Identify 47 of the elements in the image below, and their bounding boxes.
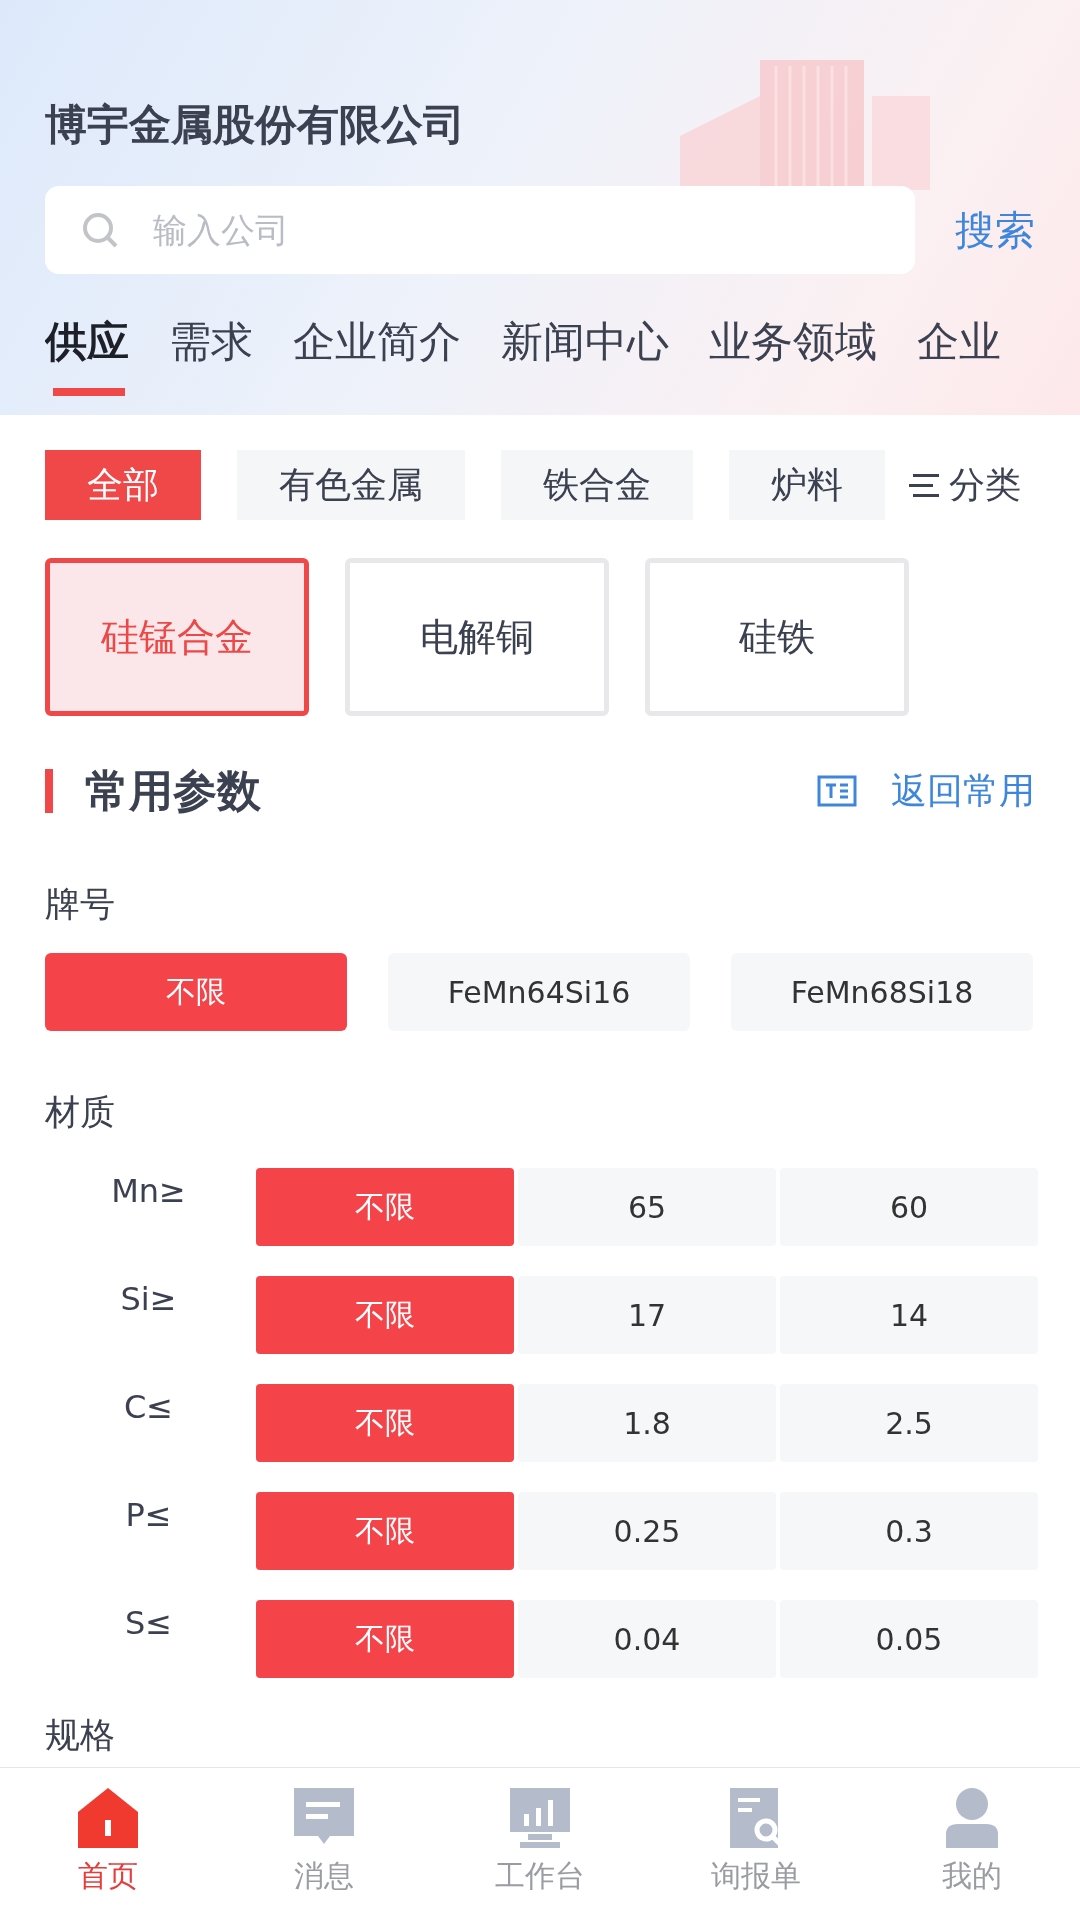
category-chip[interactable]: 铁合金 (501, 450, 693, 520)
option-button[interactable]: 0.3 (780, 1492, 1038, 1570)
search-icon (81, 211, 119, 249)
option-button[interactable]: 14 (780, 1276, 1038, 1354)
category-chip[interactable]: 炉料 (729, 450, 885, 520)
company-name: 博宇金属股份有限公司 (45, 99, 465, 151)
tab[interactable]: 企业简介 (293, 314, 461, 396)
option-button[interactable]: FeMn68Si18 (731, 953, 1033, 1031)
option-button[interactable]: 1.8 (518, 1384, 776, 1462)
home-icon (76, 1786, 140, 1850)
element-label: Si≥ (119, 1279, 178, 1318)
tab[interactable]: 需求 (169, 314, 253, 396)
monitor-chart-icon (508, 1786, 572, 1850)
category-chip[interactable]: 有色金属 (237, 450, 465, 520)
option-button[interactable]: FeMn64Si16 (388, 953, 690, 1031)
nav-item[interactable]: 首页 (0, 1768, 216, 1920)
option-button[interactable]: 不限 (256, 1600, 514, 1678)
search-field[interactable]: 输入公司 (45, 186, 915, 274)
option-button[interactable]: 17 (518, 1276, 776, 1354)
option-button[interactable]: 不限 (256, 1384, 514, 1462)
element-label: Mn≥ (110, 1171, 187, 1210)
product-card[interactable]: 电解铜 (345, 558, 609, 716)
option-button[interactable]: 不限 (256, 1168, 514, 1246)
tab[interactable]: 新闻中心 (501, 314, 669, 396)
option-button[interactable]: 60 (780, 1168, 1038, 1246)
section-title: 常用参数 (85, 763, 262, 818)
element-label: S≤ (123, 1603, 174, 1642)
option-button[interactable]: 0.25 (518, 1492, 776, 1570)
product-card[interactable]: 硅铁 (645, 558, 909, 716)
field-label: 规格 (44, 1714, 116, 1757)
field-label: 牌号 (44, 883, 116, 926)
accent-bar (45, 769, 53, 813)
element-label: C≤ (122, 1387, 175, 1426)
text-box-icon (817, 775, 857, 807)
option-button[interactable]: 不限 (256, 1276, 514, 1354)
field-label: 材质 (44, 1091, 116, 1134)
option-button[interactable]: 不限 (256, 1492, 514, 1570)
tab[interactable]: 企业 (917, 314, 1001, 396)
return-common-link[interactable]: 返回常用 (817, 766, 1035, 816)
option-button[interactable]: 0.05 (780, 1600, 1038, 1678)
option-button[interactable]: 0.04 (518, 1600, 776, 1678)
option-button[interactable]: 65 (518, 1168, 776, 1246)
element-label: P≤ (124, 1495, 173, 1534)
category-chip[interactable]: 全部 (45, 450, 201, 520)
tab[interactable]: 业务领域 (709, 314, 877, 396)
option-button[interactable]: 不限 (45, 953, 347, 1031)
option-button[interactable]: 2.5 (780, 1384, 1038, 1462)
